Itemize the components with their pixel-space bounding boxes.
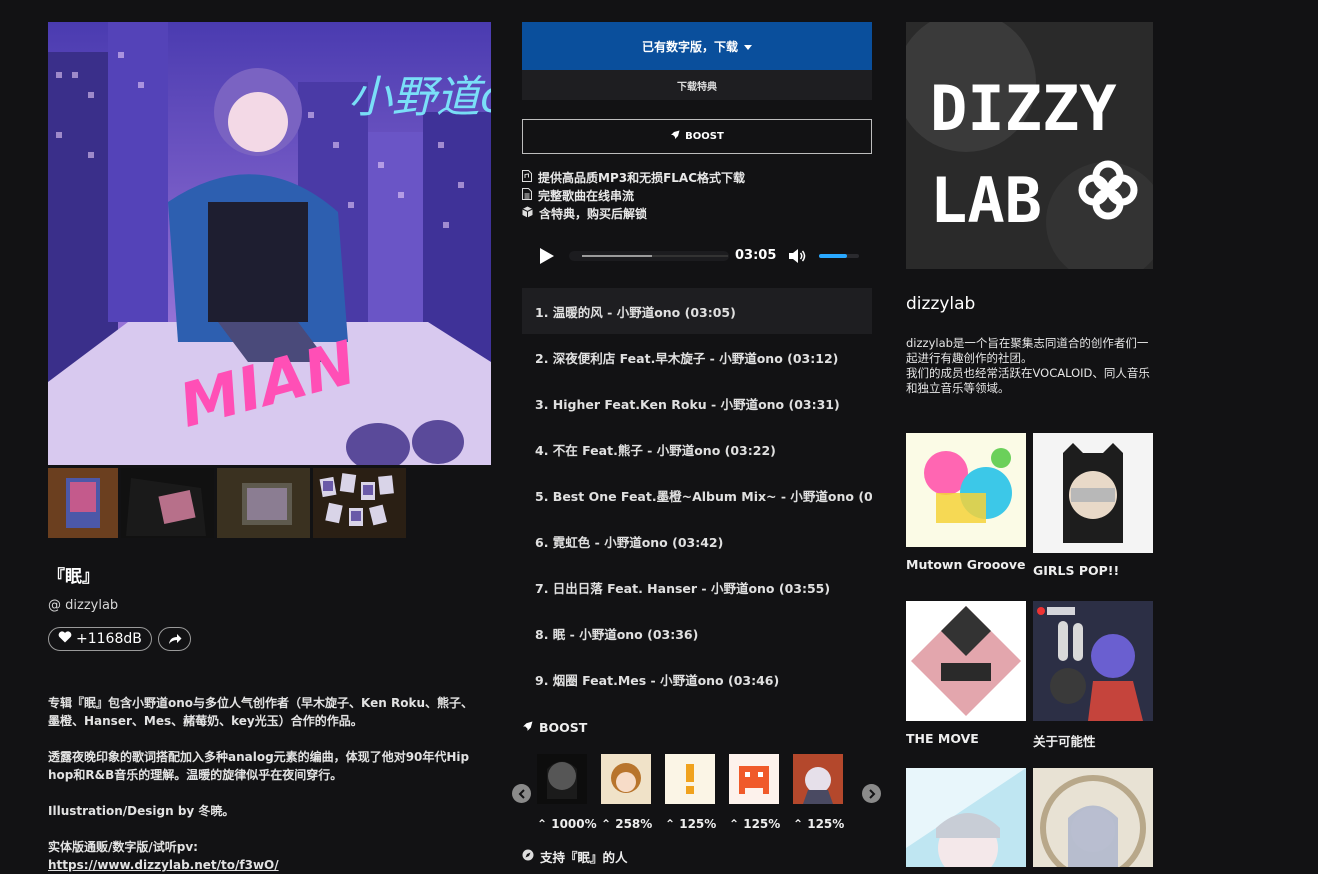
label-description: dizzylab是一个旨在聚集志同道合的创作者们一起进行有趣创作的社团。 我们的…: [906, 336, 1150, 395]
supporters-header: 支持『眠』的人: [522, 847, 628, 866]
related-album-cover: [1033, 768, 1153, 867]
related-album-cover: [906, 601, 1026, 721]
track-item[interactable]: 7. 日出日落 Feat. Hanser - 小野道ono (03:55): [522, 564, 872, 610]
download-extras-button[interactable]: 下载特典: [522, 70, 872, 100]
play-button[interactable]: [540, 248, 554, 268]
boost-prev-button[interactable]: [512, 784, 531, 803]
time-display: 03:05: [735, 248, 777, 263]
booster-percent-4: ⌃ 125%: [729, 817, 781, 831]
track-item[interactable]: 2. 深夜便利店 Feat.早木旋子 - 小野道ono (03:12): [522, 334, 872, 380]
track-item[interactable]: 6. 霓虹色 - 小野道ono (03:42): [522, 518, 872, 564]
rocket-icon: [670, 130, 680, 143]
chevron-right-icon: [868, 788, 875, 799]
dizzylab-logo-art: DIZZY LAB: [906, 22, 1153, 269]
booster-avatar-4[interactable]: [729, 754, 779, 804]
thumbnail-3[interactable]: [217, 468, 310, 538]
track-item[interactable]: 1. 温暖的风 - 小野道ono (03:05): [522, 288, 872, 334]
feature-text: 完整歌曲在线串流: [538, 189, 635, 203]
album-cover-art: 小野道ono MIAN: [48, 22, 491, 465]
download-button[interactable]: 已有数字版，下载: [522, 22, 872, 70]
booster-avatar-5[interactable]: [793, 754, 843, 804]
like-count: +1168dB: [76, 631, 142, 647]
label-logo[interactable]: DIZZY LAB: [906, 22, 1153, 269]
booster-percent-1: ⌃ 1000%: [537, 817, 597, 831]
boost-next-button[interactable]: [862, 784, 881, 803]
booster-percent-5: ⌃ 125%: [793, 817, 845, 831]
supporters-title: 支持『眠』的人: [540, 850, 628, 865]
track-item[interactable]: 9. 烟圈 Feat.Mes - 小野道ono (03:46): [522, 656, 872, 702]
svg-text:DIZZY: DIZZY: [930, 72, 1117, 145]
compass-icon: [522, 849, 534, 864]
related-album-title: Mutown Grooove: [906, 557, 1026, 572]
chevron-left-icon: [518, 788, 525, 799]
booster-avatar-2[interactable]: [601, 754, 651, 804]
related-album-4[interactable]: 关于可能性: [1033, 601, 1153, 750]
track-item[interactable]: 4. 不在 Feat.熊子 - 小野道ono (03:22): [522, 426, 872, 472]
boost-section-header: BOOST: [522, 720, 587, 735]
thumbnail-1[interactable]: [48, 468, 118, 538]
volume-fill: [819, 254, 847, 258]
booster-avatar-3[interactable]: [665, 754, 715, 804]
booster-percent-3: ⌃ 125%: [665, 817, 717, 831]
album-cover[interactable]: 小野道ono MIAN: [48, 22, 491, 465]
feature-text: 含特典，购买后解锁: [539, 207, 648, 221]
heart-icon: [58, 631, 72, 647]
related-album-1[interactable]: Mutown Grooove: [906, 433, 1026, 572]
track-list: 1. 温暖的风 - 小野道ono (03:05) 2. 深夜便利店 Feat.早…: [522, 288, 872, 702]
track-item[interactable]: 3. Higher Feat.Ken Roku - 小野道ono (03:31): [522, 380, 872, 426]
svg-text:LAB: LAB: [930, 164, 1042, 237]
boost-section-title: BOOST: [539, 720, 588, 735]
volume-button[interactable]: [789, 248, 807, 268]
like-button[interactable]: +1168dB: [48, 627, 152, 651]
related-album-6[interactable]: [1033, 768, 1153, 867]
album-description-4: 实体版通贩/数字版/试听pv:: [48, 840, 198, 854]
album-title: 『眠』: [48, 567, 99, 587]
album-description-2: 透露夜晚印象的歌词搭配加入多种analog元素的编曲，体现了他对90年代Hip …: [48, 750, 470, 782]
feature-item-formats: 提供高品质MP3和无损FLAC格式下载: [522, 169, 745, 186]
related-album-cover: [1033, 433, 1153, 553]
album-description-3: Illustration/Design by 冬暁。: [48, 804, 235, 818]
share-button[interactable]: [158, 627, 191, 651]
booster-percent-2: ⌃ 258%: [601, 817, 653, 831]
file-stream-icon: [522, 188, 532, 203]
related-album-3[interactable]: THE MOVE: [906, 601, 1026, 746]
thumbnail-4[interactable]: [313, 468, 406, 538]
play-icon: [540, 248, 554, 264]
rocket-icon: [522, 720, 533, 735]
related-album-title: THE MOVE: [906, 731, 979, 746]
svg-text:小野道ono: 小野道ono: [348, 72, 491, 123]
related-album-cover: [906, 433, 1026, 547]
boost-button[interactable]: BOOST: [522, 119, 872, 154]
caret-down-icon: [744, 39, 752, 53]
progress-fill: [582, 255, 652, 257]
download-label: 已有数字版，下载: [641, 39, 738, 54]
share-icon: [168, 630, 182, 649]
box-icon: [522, 206, 533, 221]
album-description-1: 专辑『眠』包含小野道ono与多位人气创作者（早木旋子、Ken Roku、熊子、墨…: [48, 696, 473, 728]
boost-label: BOOST: [685, 131, 724, 142]
booster-avatar-1[interactable]: [537, 754, 587, 804]
album-author-link[interactable]: @ dizzylab: [48, 598, 118, 613]
related-album-cover: [906, 768, 1026, 867]
related-album-title: 关于可能性: [1033, 734, 1096, 749]
related-album-cover: [1033, 601, 1153, 721]
feature-text: 提供高品质MP3和无损FLAC格式下载: [538, 171, 746, 185]
related-album-title: GIRLS POP!!: [1033, 563, 1120, 578]
related-album-2[interactable]: GIRLS POP!!: [1033, 433, 1153, 578]
label-name[interactable]: dizzylab: [906, 294, 975, 314]
track-item[interactable]: 5. Best One Feat.墨橙~Album Mix~ - 小野道ono …: [522, 472, 872, 518]
volume-icon: [789, 249, 806, 263]
thumbnail-2[interactable]: [121, 468, 214, 538]
file-audio-icon: [522, 170, 532, 185]
related-album-5[interactable]: [906, 768, 1026, 867]
volume-slider[interactable]: [819, 254, 859, 258]
track-item[interactable]: 8. 眠 - 小野道ono (03:36): [522, 610, 872, 656]
album-link[interactable]: https://www.dizzylab.net/to/f3wO/: [48, 856, 478, 874]
feature-item-bonus: 含特典，购买后解锁: [522, 205, 647, 222]
audio-player: 03:05: [522, 240, 872, 272]
progress-track[interactable]: [569, 251, 729, 261]
feature-item-streaming: 完整歌曲在线串流: [522, 187, 634, 204]
